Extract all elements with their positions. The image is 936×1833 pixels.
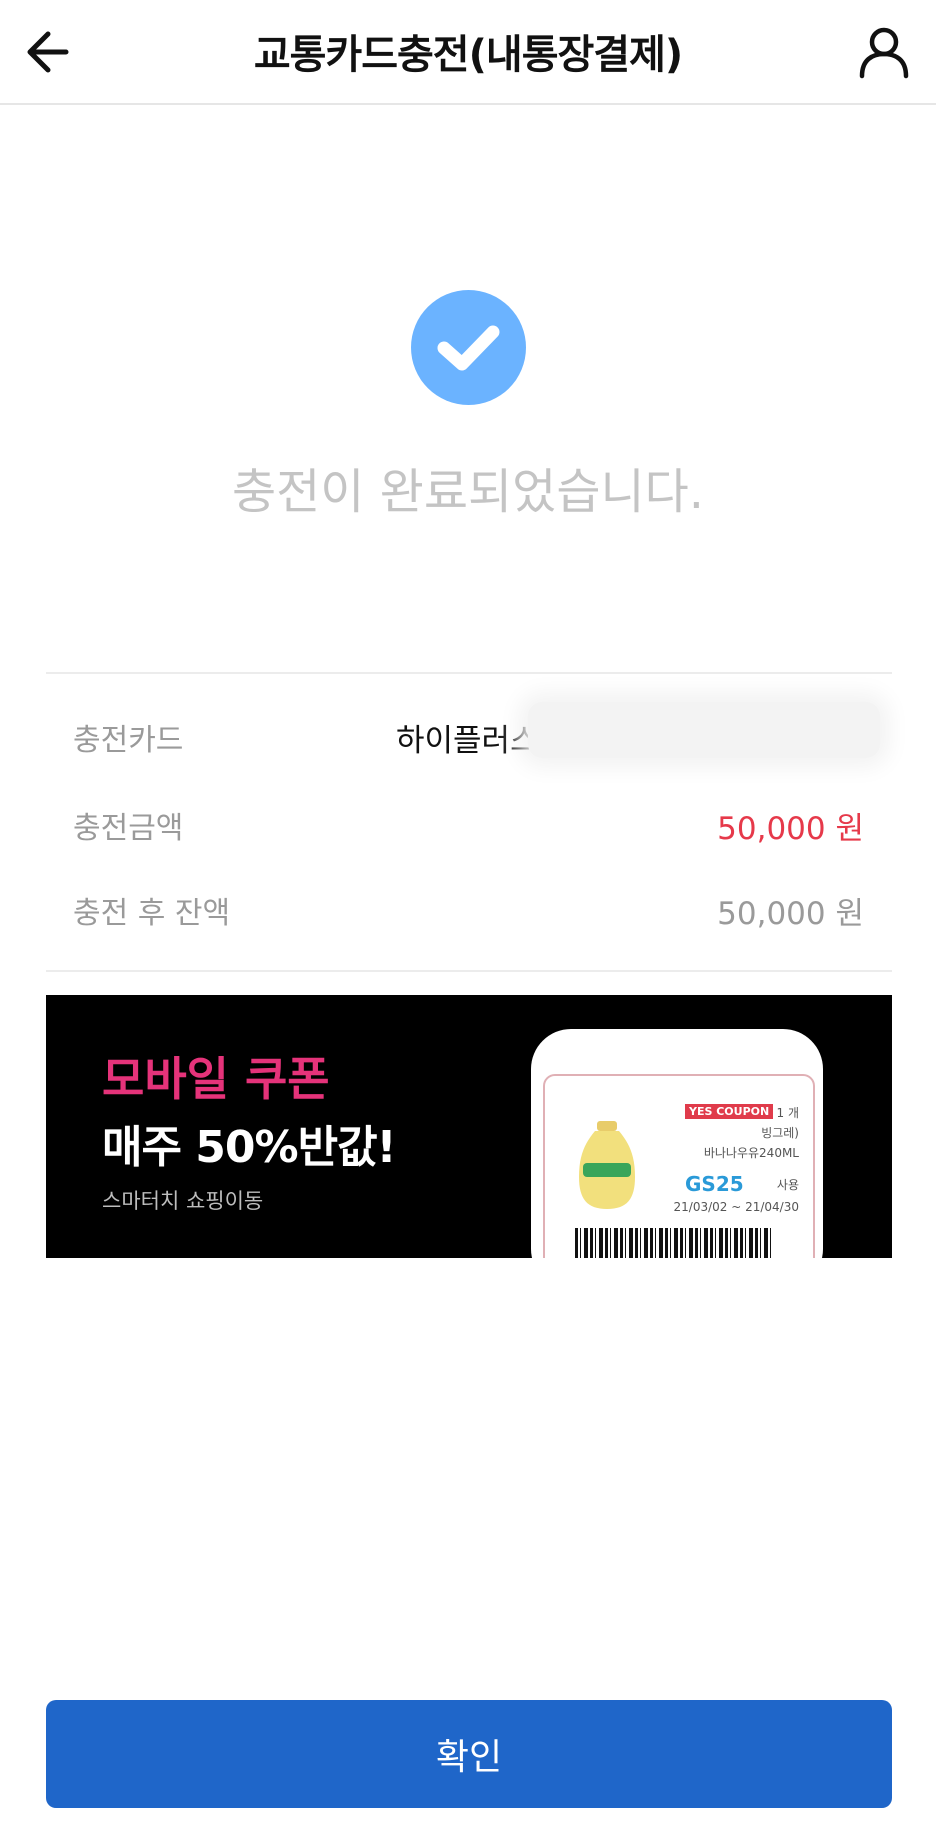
card-label: 충전카드 bbox=[73, 723, 184, 758]
coupon-card: YES COUPON 1 개 빙그레) 바나나우유240ML GS25 사용 2… bbox=[543, 1074, 815, 1258]
coupon-name-1: 빙그레) bbox=[761, 1126, 799, 1140]
amount-label: 충전금액 bbox=[73, 811, 184, 846]
coupon-qty: 1 개 bbox=[776, 1106, 800, 1120]
coupon-brand: GS25 bbox=[685, 1172, 744, 1196]
banner-headline-white: 매주 50%반값! bbox=[102, 1122, 397, 1173]
promo-banner[interactable]: 모바일 쿠폰 매주 50%반값! 스마터치 쇼핑이동 YES COUPON 1 … bbox=[46, 995, 892, 1258]
banana-milk-icon bbox=[579, 1121, 635, 1209]
confirm-button[interactable]: 확인 bbox=[46, 1700, 892, 1808]
divider-bottom bbox=[46, 970, 892, 972]
banner-subtext: 스마터치 쇼핑이동 bbox=[102, 1189, 264, 1213]
page-title: 교통카드충전(내통장결제) bbox=[253, 32, 683, 78]
card-value: 하이플러스 bbox=[396, 723, 539, 759]
check-circle-icon bbox=[411, 290, 526, 405]
balance-value: 50,000 원 bbox=[717, 896, 864, 932]
app-header: 교통카드충전(내통장결제) bbox=[0, 0, 936, 105]
completion-message: 충전이 완료되었습니다. bbox=[231, 464, 705, 520]
amount-value: 50,000 원 bbox=[717, 811, 864, 847]
banner-headline-pink: 모바일 쿠폰 bbox=[102, 1052, 330, 1106]
coupon-use: 사용 bbox=[776, 1178, 799, 1192]
masked-card-number bbox=[528, 702, 880, 758]
coupon-date: 21/03/02 ~ 21/04/30 bbox=[673, 1200, 799, 1214]
phone-mockup: YES COUPON 1 개 빙그레) 바나나우유240ML GS25 사용 2… bbox=[531, 1029, 823, 1258]
divider-top bbox=[46, 672, 892, 674]
balance-label: 충전 후 잔액 bbox=[73, 896, 231, 931]
user-icon[interactable] bbox=[856, 24, 912, 80]
barcode bbox=[575, 1228, 771, 1258]
coupon-name-2: 바나나우유240ML bbox=[703, 1146, 799, 1160]
coupon-label: YES COUPON bbox=[685, 1104, 774, 1119]
